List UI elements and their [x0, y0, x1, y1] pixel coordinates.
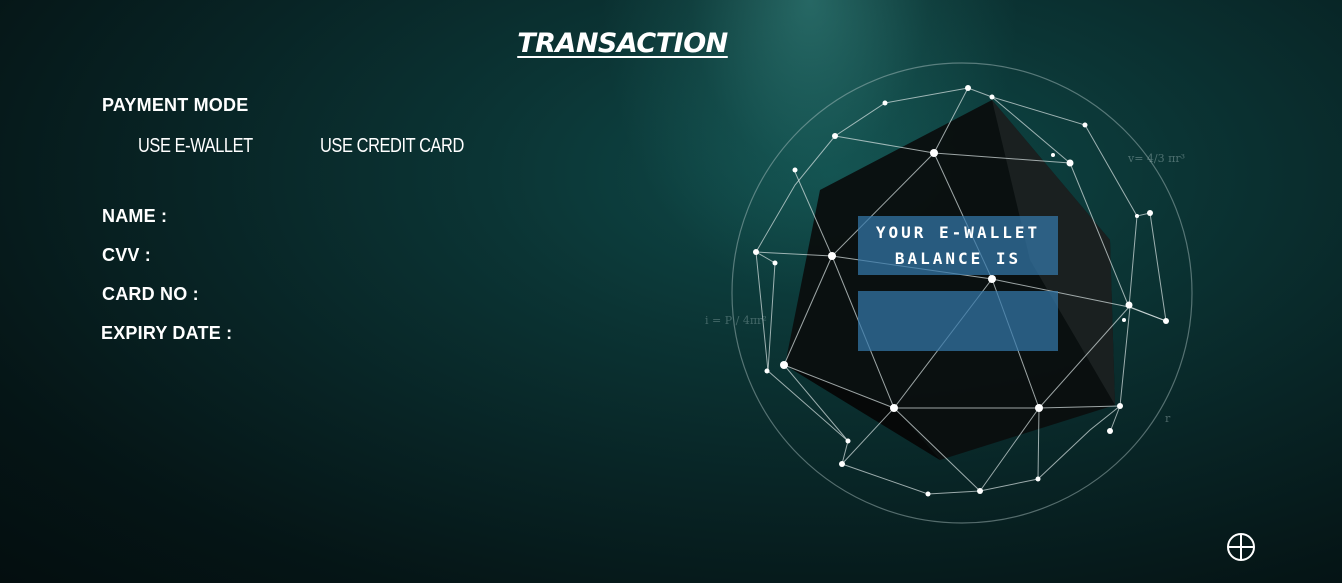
name-label: NAME : — [102, 206, 168, 226]
volume-formula: v= 4/3 πr³ — [1127, 152, 1185, 165]
use-e-wallet-option[interactable]: USE E-WALLET — [138, 135, 253, 158]
balance-label-line2: BALANCE IS — [894, 249, 1022, 268]
payment-mode-label: PAYMENT MODE — [102, 95, 249, 115]
radius-label: r — [1165, 412, 1171, 425]
expiry-date-label: EXPIRY DATE : — [101, 323, 233, 343]
e-wallet-balance-label: YOUR E-WALLET BALANCE IS — [858, 216, 1058, 275]
balance-label-line1: YOUR E-WALLET — [875, 223, 1041, 242]
inertia-formula: i = P / 4πr² — [705, 314, 767, 327]
page-title: TRANSACTION — [517, 28, 728, 59]
e-wallet-balance-value — [858, 291, 1058, 351]
cvv-label: CVV : — [102, 245, 152, 265]
use-credit-card-option[interactable]: USE CREDIT CARD — [320, 135, 464, 158]
card-no-label: CARD NO : — [102, 284, 199, 304]
fullscreen-icon[interactable] — [1227, 533, 1255, 561]
